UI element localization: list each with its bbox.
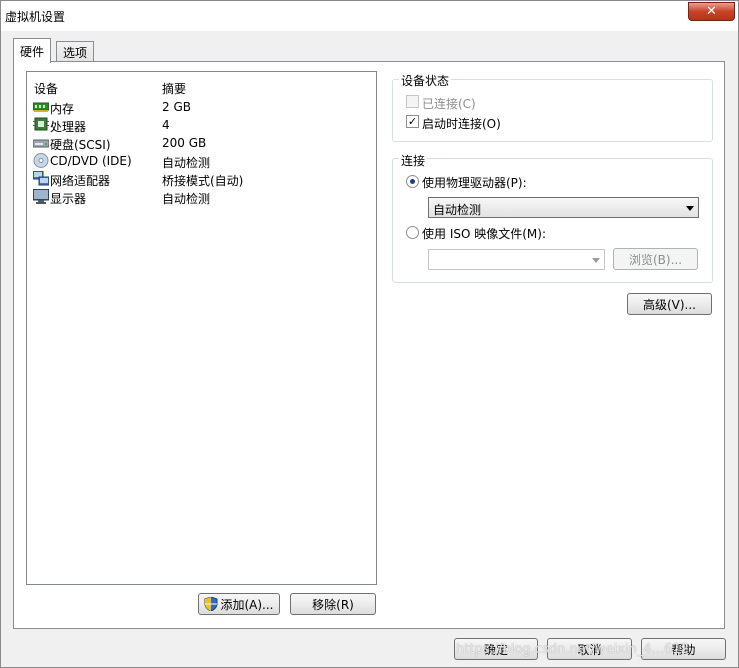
device-name: 硬盘(SCSI)	[50, 138, 111, 152]
vm-settings-window: 虚拟机设置 ✕ 硬件 选项 设备 摘要 内存 2 GB 处理器 4 硬盘(SCS…	[0, 0, 739, 668]
hard-disk-icon	[33, 139, 49, 148]
window-title: 虚拟机设置	[5, 10, 66, 24]
cd-dvd-icon	[33, 153, 49, 168]
dropdown-arrow-icon	[686, 206, 694, 211]
remove-device-label: 移除(R)	[312, 597, 354, 612]
tab-hardware[interactable]: 硬件	[13, 38, 52, 63]
device-summary: 200 GB	[162, 136, 207, 150]
iso-image-label: 使用 ISO 映像文件(M):	[422, 227, 546, 241]
memory-icon	[33, 102, 49, 112]
physical-drive-select[interactable]: 自动检测	[428, 197, 699, 218]
add-device-label: 添加(A)...	[220, 597, 274, 612]
device-status-title: 设备状态	[399, 72, 452, 89]
advanced-button[interactable]: 高级(V)...	[627, 293, 712, 315]
device-summary: 桥接模式(自动)	[162, 174, 244, 188]
physical-drive-label: 使用物理驱动器(P):	[422, 176, 527, 190]
connection-title: 连接	[399, 152, 428, 169]
column-header-device[interactable]: 设备	[34, 80, 58, 97]
device-row-network-adapter[interactable]: 网络适配器 桥接模式(自动)	[27, 170, 376, 188]
tab-options-label: 选项	[63, 46, 88, 60]
advanced-label: 高级(V)...	[642, 297, 697, 312]
uac-shield-icon	[204, 597, 218, 611]
device-row-memory[interactable]: 内存 2 GB	[27, 98, 376, 116]
iso-image-radio[interactable]	[406, 226, 419, 239]
connected-checkbox[interactable]	[406, 95, 419, 108]
processor-icon	[33, 117, 49, 131]
checkmark-icon: ✓	[407, 115, 418, 128]
remove-device-button[interactable]: 移除(R)	[290, 593, 376, 615]
device-list-header: 设备 摘要	[27, 72, 376, 97]
device-row-display[interactable]: 显示器 自动检测	[27, 188, 376, 206]
device-row-processor[interactable]: 处理器 4	[27, 116, 376, 134]
network-adapter-icon	[33, 171, 49, 186]
device-summary: 自动检测	[162, 156, 211, 170]
close-button[interactable]: ✕	[688, 2, 735, 21]
add-device-button[interactable]: 添加(A)...	[198, 593, 280, 615]
connect-on-start-checkbox[interactable]: ✓	[406, 115, 419, 128]
device-name: CD/DVD (IDE)	[50, 154, 132, 168]
browse-label: 浏览(B)...	[628, 252, 683, 267]
device-summary: 自动检测	[162, 192, 211, 206]
browse-button[interactable]: 浏览(B)...	[613, 248, 698, 270]
device-summary: 2 GB	[162, 100, 191, 114]
device-name: 处理器	[50, 120, 87, 134]
device-name: 显示器	[50, 192, 87, 206]
column-header-summary[interactable]: 摘要	[162, 80, 186, 97]
physical-drive-radio[interactable]	[406, 175, 419, 188]
display-icon	[33, 189, 49, 204]
iso-path-select[interactable]	[428, 249, 605, 270]
tab-options[interactable]: 选项	[56, 41, 95, 63]
device-summary: 4	[162, 118, 170, 132]
physical-drive-value: 自动检测	[433, 203, 482, 217]
device-row-cd-dvd[interactable]: CD/DVD (IDE) 自动检测	[27, 152, 376, 170]
connected-label: 已连接(C)	[422, 97, 476, 111]
connect-on-start-label: 启动时连接(O)	[422, 117, 501, 131]
dropdown-arrow-icon	[592, 258, 600, 263]
watermark-text: https://blog.csdn.net/weixin_4...612	[456, 642, 689, 657]
device-name: 内存	[50, 102, 75, 116]
tab-hardware-label: 硬件	[20, 44, 45, 59]
device-row-hard-disk[interactable]: 硬盘(SCSI) 200 GB	[27, 134, 376, 152]
device-list[interactable]: 设备 摘要 内存 2 GB 处理器 4 硬盘(SCSI) 200 GB CD/D…	[26, 71, 377, 585]
title-bar[interactable]: 虚拟机设置 ✕	[1, 1, 738, 31]
device-name: 网络适配器	[50, 174, 111, 188]
